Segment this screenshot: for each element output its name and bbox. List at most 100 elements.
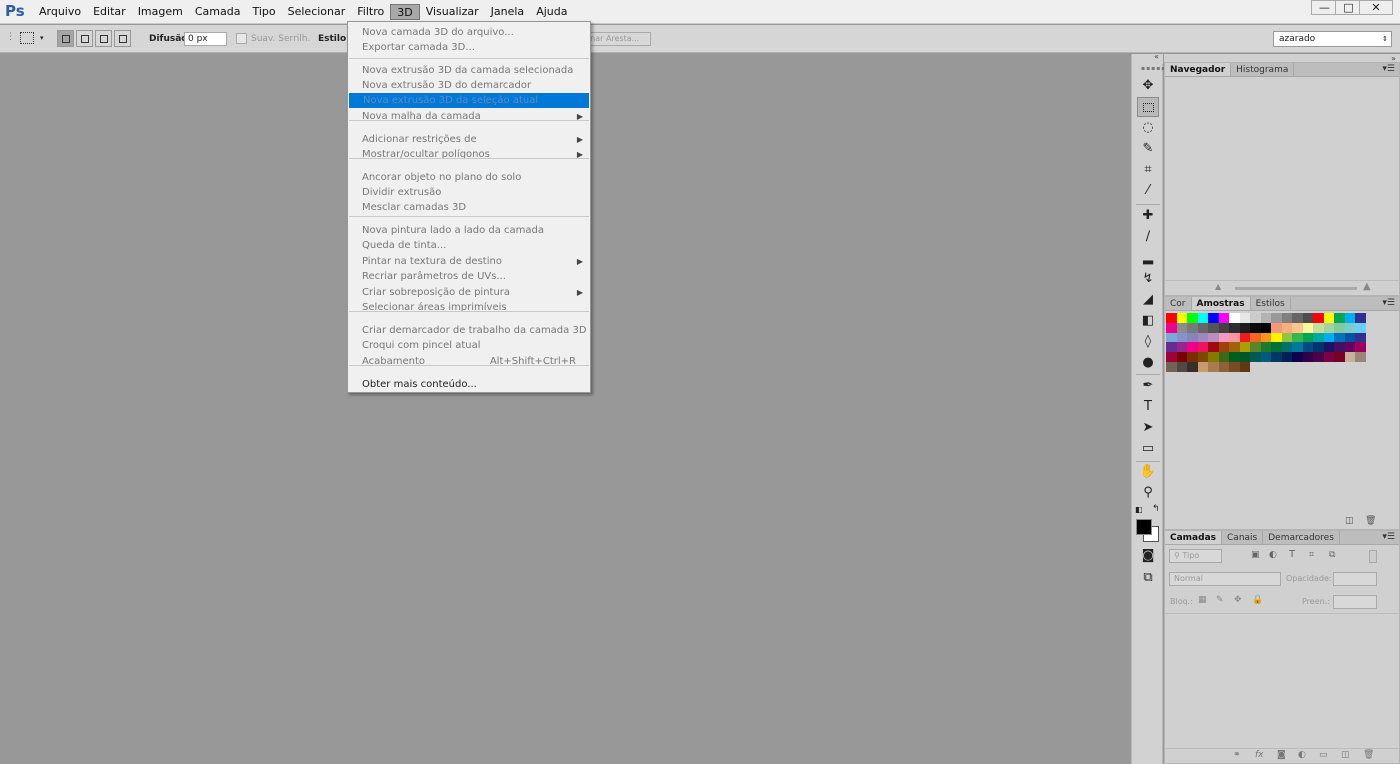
color-swatch[interactable] (1323, 342, 1334, 353)
color-swatch[interactable] (1208, 352, 1219, 362)
brush-tool-icon[interactable]: ∕ (1137, 227, 1159, 247)
color-swatch[interactable] (1176, 361, 1187, 372)
color-swatch[interactable] (1334, 313, 1345, 323)
menu-item-3d-4[interactable]: Nova extrusão 3D da seleção atual (349, 93, 589, 108)
color-swatch[interactable] (1313, 313, 1324, 323)
color-swatch[interactable] (1344, 342, 1355, 353)
menu-editar[interactable]: Editar (87, 0, 132, 24)
color-swatch[interactable] (1292, 322, 1303, 333)
color-swatch[interactable] (1313, 322, 1324, 333)
quick-mask-icon[interactable]: ◙ (1137, 546, 1159, 566)
color-swatch[interactable] (1355, 332, 1366, 343)
drag-handle-icon[interactable]: ▪▪▪▪▪ (1141, 65, 1166, 72)
menu-item-3d-15[interactable]: Criar sobreposição de pintura ▶ (348, 285, 590, 300)
menu-imagem[interactable]: Imagem (132, 0, 189, 24)
color-swatch[interactable] (1302, 352, 1313, 362)
tab-color[interactable]: Cor (1165, 297, 1192, 310)
color-swatch[interactable] (1355, 313, 1366, 323)
color-swatch[interactable] (1197, 313, 1208, 323)
color-swatch[interactable] (1281, 313, 1292, 323)
path-selection-tool-icon[interactable]: ➤ (1137, 418, 1159, 438)
color-swatch[interactable] (1302, 332, 1313, 343)
color-swatch[interactable] (1250, 342, 1261, 353)
blur-tool-icon[interactable]: ◊ (1137, 332, 1159, 352)
menu-item-3d-12[interactable]: Queda de tinta... (348, 238, 590, 253)
color-swatch[interactable] (1344, 352, 1355, 362)
menu-item-3d-7[interactable]: Mostrar/ocultar polígonos ▶ (348, 147, 590, 162)
delete-layer-icon[interactable]: 🗑 (1363, 750, 1374, 760)
color-swatch[interactable] (1260, 332, 1271, 343)
tab-styles[interactable]: Estilos (1251, 297, 1291, 310)
color-swatch[interactable] (1176, 313, 1187, 323)
color-swatch[interactable] (1323, 313, 1334, 323)
color-swatch[interactable] (1281, 322, 1292, 333)
smart-object-filter-icon[interactable]: ⧉ (1329, 550, 1335, 560)
color-swatch[interactable] (1292, 332, 1303, 343)
pen-tool-icon[interactable]: ✒ (1137, 376, 1159, 396)
color-swatch[interactable] (1355, 342, 1366, 353)
eyedropper-tool-icon[interactable]: ⁄ (1137, 181, 1159, 201)
workspace-select[interactable]: azarado ⇕ (1273, 31, 1392, 47)
fx-icon[interactable]: fx (1255, 750, 1264, 760)
menu-item-3d-8[interactable]: Ancorar objeto no plano do solo (348, 170, 590, 185)
tab-swatches[interactable]: Amostras (1191, 297, 1251, 310)
color-swatch[interactable] (1229, 322, 1240, 333)
menu-selecionar[interactable]: Selecionar (282, 0, 352, 24)
menu-arquivo[interactable]: Arquivo (33, 0, 87, 24)
tab-navigator[interactable]: Navegador (1165, 63, 1232, 76)
maximize-button[interactable]: □ (1335, 0, 1362, 15)
intersect-selection-icon[interactable] (114, 30, 131, 47)
menu-item-3d-17[interactable]: Criar demarcador de trabalho da camada 3… (348, 323, 590, 338)
color-swatch[interactable] (1208, 342, 1219, 353)
type-tool-icon[interactable]: T (1137, 397, 1159, 417)
crop-tool-icon[interactable]: ⌗ (1137, 160, 1159, 180)
color-swatch[interactable] (1239, 352, 1250, 362)
color-swatch[interactable] (1313, 352, 1324, 362)
opacity-input[interactable] (1333, 572, 1377, 586)
new-group-icon[interactable]: ▭ (1319, 750, 1328, 760)
shape-filter-icon[interactable]: ⌗ (1309, 550, 1314, 560)
color-swatch[interactable] (1166, 361, 1177, 372)
color-swatch[interactable] (1187, 332, 1198, 343)
lock-all-icon[interactable]: 🔒 (1252, 595, 1263, 605)
adjustment-filter-icon[interactable]: ◐ (1269, 550, 1277, 560)
color-swatch[interactable] (1260, 313, 1271, 323)
panel-menu-icon[interactable]: ▾☰ (1382, 298, 1395, 308)
color-swatch[interactable] (1166, 313, 1177, 323)
menu-item-3d-2[interactable]: Nova extrusão 3D da camada selecionada (348, 63, 590, 78)
clone-stamp-tool-icon[interactable]: ▂ (1137, 248, 1159, 268)
color-swatch[interactable] (1281, 342, 1292, 353)
menu-item-3d-18[interactable]: Croqui com pincel atual (348, 338, 590, 353)
color-swatch[interactable] (1176, 322, 1187, 333)
zoom-in-icon[interactable]: ▲ (1363, 281, 1371, 292)
tab-histogram[interactable]: Histograma (1231, 63, 1295, 76)
menu-tipo[interactable]: Tipo (246, 0, 281, 24)
color-swatch[interactable] (1344, 322, 1355, 333)
color-swatch[interactable] (1355, 352, 1366, 362)
color-swatch[interactable] (1197, 322, 1208, 333)
menu-item-3d-9[interactable]: Dividir extrusão (348, 185, 590, 200)
color-swatch[interactable] (1208, 332, 1219, 343)
swap-colors-icon[interactable]: ↰ (1152, 504, 1160, 514)
color-swatch[interactable] (1197, 352, 1208, 362)
color-swatch[interactable] (1239, 322, 1250, 333)
color-swatch[interactable] (1176, 342, 1187, 353)
color-swatch[interactable] (1292, 352, 1303, 362)
color-swatch[interactable] (1218, 322, 1229, 333)
new-swatch-icon[interactable]: ◫ (1345, 516, 1354, 526)
menu-item-3d-0[interactable]: Nova camada 3D do arquivo... (348, 25, 590, 40)
color-swatch[interactable] (1292, 342, 1303, 353)
menu-item-3d-1[interactable]: Exportar camada 3D... (348, 40, 590, 55)
color-swatch[interactable] (1239, 313, 1250, 323)
color-swatch[interactable] (1166, 332, 1177, 343)
default-colors-icon[interactable]: ◧ (1135, 505, 1143, 514)
lock-position-icon[interactable]: ✥ (1234, 595, 1242, 605)
blend-mode-select[interactable]: Normal (1169, 572, 1281, 586)
color-swatch[interactable] (1250, 313, 1261, 323)
filter-toggle[interactable] (1369, 550, 1377, 563)
history-brush-tool-icon[interactable]: ↯ (1137, 269, 1159, 289)
color-swatch[interactable] (1229, 313, 1240, 323)
menu-item-3d-5[interactable]: Nova malha da camada ▶ (348, 109, 590, 124)
color-swatch[interactable] (1271, 342, 1282, 353)
adjustment-layer-icon[interactable]: ◐ (1298, 750, 1306, 760)
